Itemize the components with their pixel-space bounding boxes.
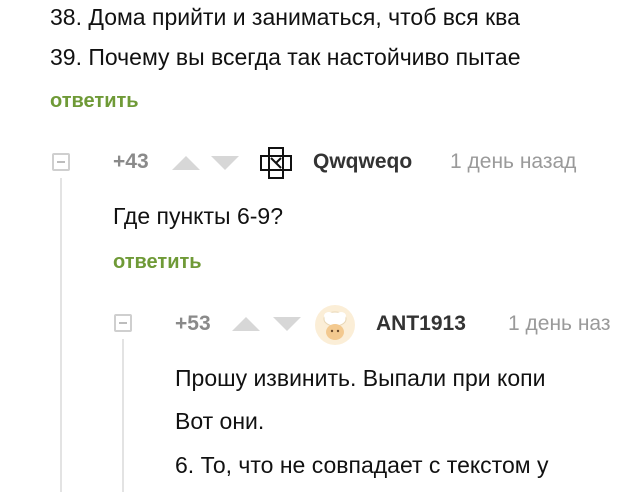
downvote-button[interactable]: [273, 317, 301, 331]
downvote-button[interactable]: [211, 156, 239, 170]
comment-text-line: Вот они.: [175, 408, 265, 434]
comment-time[interactable]: 1 день наз: [508, 312, 611, 336]
thread-line[interactable]: [60, 178, 62, 492]
comment-text-line: Прошу извинить. Выпали при копи: [175, 365, 546, 391]
collapse-button[interactable]: [52, 153, 70, 171]
comment-author[interactable]: Qwqweqo: [313, 150, 412, 174]
comment-rating: +43: [113, 150, 149, 173]
comment-author[interactable]: ANT1913: [376, 312, 466, 336]
thread-line[interactable]: [122, 339, 124, 492]
post-text-line: 39. Почему вы всегда так настойчиво пыта…: [50, 44, 521, 70]
post-text-line: 38. Дома прийти и заниматься, чтоб вся к…: [50, 4, 520, 30]
upvote-button[interactable]: [232, 317, 260, 331]
chef-avatar-icon[interactable]: [315, 305, 355, 345]
reply-link[interactable]: ответить: [50, 90, 139, 113]
rammstein-logo-icon[interactable]: [258, 145, 294, 181]
comment-text: Где пункты 6-9?: [113, 203, 283, 229]
comment-text-line: 6. То, что не совпадает с текстом у: [175, 452, 549, 478]
comment-rating: +53: [175, 312, 211, 335]
upvote-button[interactable]: [172, 156, 200, 170]
comment-time[interactable]: 1 день назад: [450, 150, 576, 174]
collapse-button[interactable]: [114, 314, 132, 332]
reply-link[interactable]: ответить: [113, 251, 202, 274]
